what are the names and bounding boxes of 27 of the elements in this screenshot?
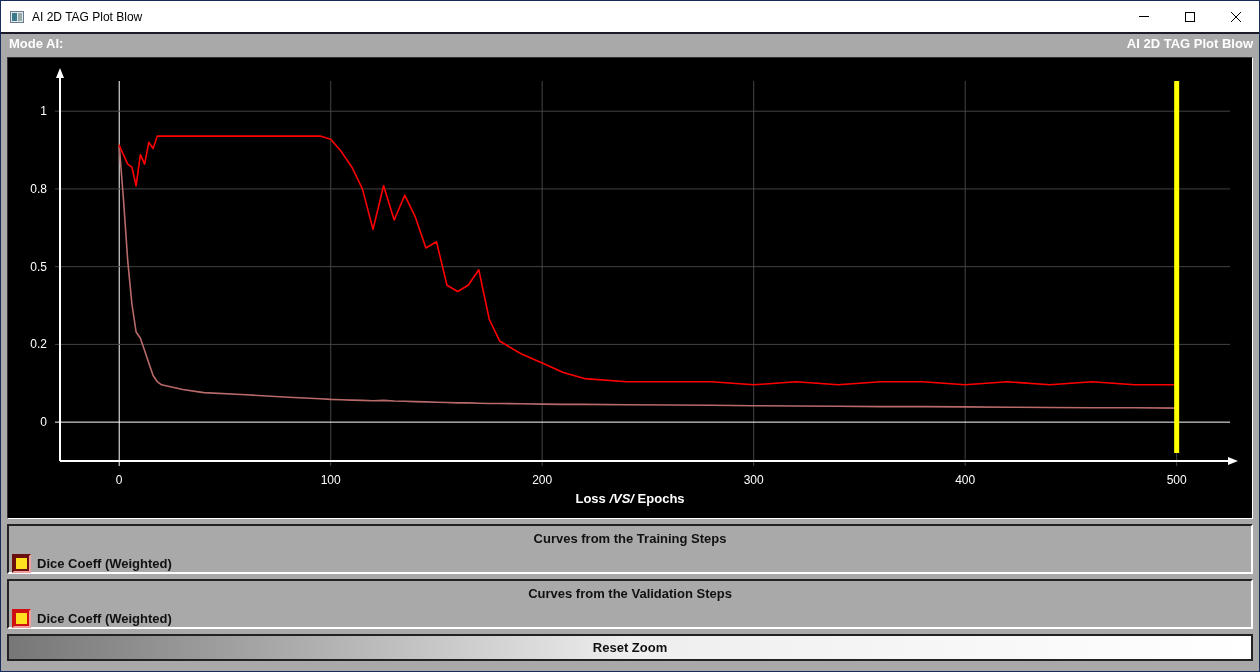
app-icon [10, 10, 24, 23]
x-tick-label: 200 [532, 473, 553, 487]
x-axis-label: Loss /VS/ Epochs [574, 490, 686, 508]
reset-zoom-button[interactable]: Reset Zoom [7, 634, 1253, 661]
y-tick-label: 0 [40, 415, 47, 430]
y-tick-label: 0.2 [30, 337, 47, 352]
panel-title: Curves from the Validation Steps [527, 585, 733, 603]
curve-label: Dice Coeff (Weighted) [37, 609, 172, 628]
minimize-icon [1139, 16, 1149, 17]
window-title: AI 2D TAG Plot Blow [32, 8, 143, 26]
y-tick-label: 1 [40, 104, 47, 119]
app-name: AI 2D TAG Plot Blow [1126, 35, 1253, 54]
y-tick-label: 0.8 [30, 181, 47, 196]
close-icon [1231, 11, 1241, 22]
maximize-icon [1185, 11, 1195, 22]
x-tick-label: 500 [1166, 473, 1187, 487]
x-tick-label: 400 [955, 473, 976, 487]
x-tick-label: 100 [320, 473, 341, 487]
x-tick-label: 0 [115, 473, 123, 487]
curve-label: Dice Coeff (Weighted) [37, 554, 172, 573]
y-tick-label: 0.5 [30, 259, 47, 274]
mode-label: Mode AI: [8, 35, 64, 54]
checkbox[interactable] [12, 608, 31, 628]
panel-title: Curves from the Training Steps [532, 530, 728, 548]
checkbox[interactable] [12, 553, 31, 573]
epoch-marker[interactable] [1174, 81, 1180, 453]
x-tick-label: 300 [743, 473, 764, 487]
